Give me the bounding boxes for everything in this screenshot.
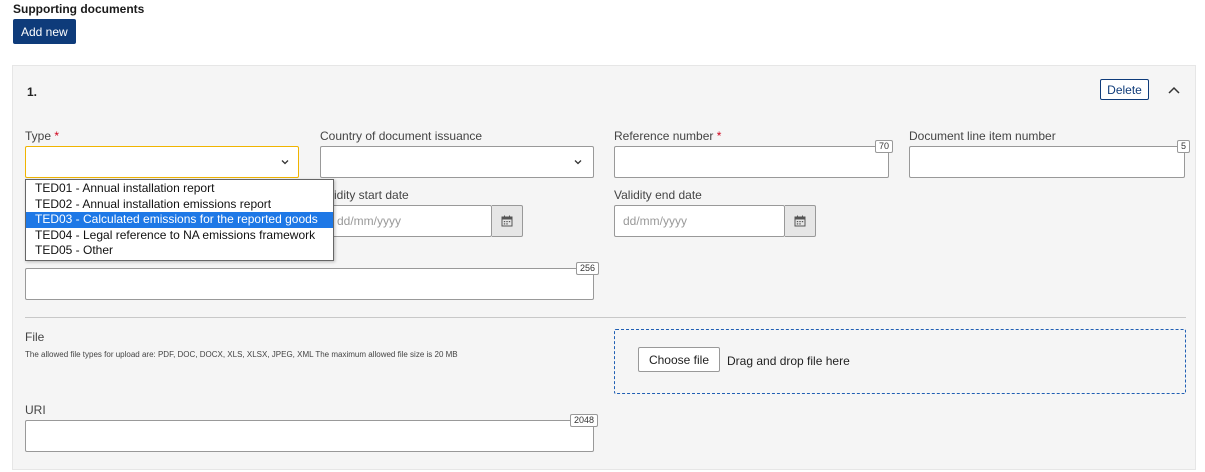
- line-item-counter: 5: [1177, 140, 1191, 153]
- validity-start-input[interactable]: dd/mm/yyyy: [320, 205, 492, 237]
- line-item-input[interactable]: [909, 146, 1185, 178]
- chevron-up-icon[interactable]: [1166, 82, 1182, 98]
- dropdown-option-ted01[interactable]: TED01 - Annual installation report: [26, 181, 333, 197]
- item-number: 1.: [27, 85, 38, 99]
- uri-counter: 2048: [570, 414, 599, 427]
- dropdown-option-ted02[interactable]: TED02 - Annual installation emissions re…: [26, 197, 333, 213]
- delete-button[interactable]: Delete: [1100, 79, 1149, 100]
- choose-file-button[interactable]: Choose file: [638, 347, 720, 372]
- reference-input[interactable]: [614, 146, 889, 178]
- calendar-icon: [501, 215, 513, 227]
- type-dropdown-list: TED01 - Annual installation report TED02…: [25, 179, 334, 261]
- type-select[interactable]: [25, 146, 299, 178]
- file-hint: The allowed file types for upload are: P…: [25, 350, 458, 359]
- type-label: Type *: [25, 129, 60, 143]
- calendar-icon: [794, 215, 806, 227]
- description-input[interactable]: [25, 268, 594, 300]
- chevron-down-icon: [281, 160, 289, 165]
- reference-label: Reference number *: [614, 129, 722, 143]
- description-counter: 256: [576, 262, 600, 275]
- uri-label: URI: [25, 403, 46, 417]
- dropdown-option-ted03[interactable]: TED03 - Calculated emissions for the rep…: [26, 212, 333, 228]
- dropdown-option-ted04[interactable]: TED04 - Legal reference to NA emissions …: [26, 228, 333, 244]
- country-select[interactable]: [320, 146, 594, 178]
- line-item-label: Document line item number: [909, 129, 1056, 143]
- country-label: Country of document issuance: [320, 129, 483, 143]
- drag-drop-text: Drag and drop file here: [727, 354, 850, 368]
- validity-start-calendar-button[interactable]: [492, 205, 523, 237]
- validity-end-calendar-button[interactable]: [785, 205, 816, 237]
- uri-input[interactable]: [25, 420, 594, 452]
- validity-start-label: idity start date: [334, 188, 409, 202]
- add-new-button[interactable]: Add new: [13, 19, 76, 44]
- reference-counter: 70: [875, 140, 894, 153]
- divider: [25, 317, 1186, 318]
- dropdown-option-ted05[interactable]: TED05 - Other: [26, 243, 333, 259]
- validity-end-label: Validity end date: [614, 188, 702, 202]
- file-label: File: [25, 330, 45, 344]
- section-title: Supporting documents: [13, 2, 145, 16]
- chevron-down-icon: [574, 160, 582, 165]
- validity-end-input[interactable]: dd/mm/yyyy: [614, 205, 785, 237]
